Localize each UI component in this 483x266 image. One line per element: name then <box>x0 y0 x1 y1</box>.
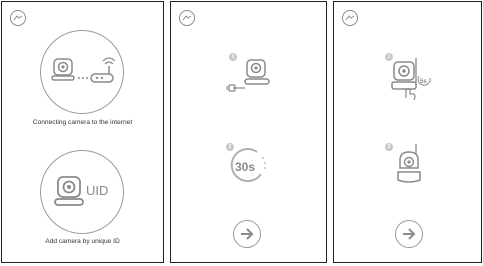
back-arrow-icon <box>182 15 192 21</box>
camera-reset-button-icon: 5s <box>391 58 431 101</box>
add-by-uid-option[interactable]: UID <box>40 150 124 234</box>
camera-uid-icon: UID <box>54 176 108 206</box>
panel-add-camera-method: Connecting camera to the internet UID Ad… <box>1 1 164 263</box>
reset-seconds-text: 5s <box>420 79 427 85</box>
back-button[interactable] <box>179 10 195 26</box>
back-arrow-icon <box>13 15 23 21</box>
back-button[interactable] <box>10 10 26 26</box>
back-button[interactable] <box>342 10 358 26</box>
timer-icon: 30s <box>230 148 266 183</box>
panel-reset-steps: 1 5s 2 <box>333 1 482 263</box>
next-button[interactable] <box>395 220 423 248</box>
next-button[interactable] <box>233 220 261 248</box>
camera-power-plug-icon <box>226 59 270 92</box>
timer-text: 30s <box>235 160 255 174</box>
connect-internet-label[interactable]: Connecting camera to the internet <box>2 119 163 126</box>
back-arrow-icon <box>345 15 355 21</box>
step-number-badge: 2 <box>385 143 393 151</box>
camera-pan-tilt-icon <box>397 144 421 183</box>
uid-text: UID <box>86 183 108 198</box>
camera-router-icon <box>51 57 116 83</box>
arrow-right-icon <box>241 228 254 240</box>
add-by-uid-label[interactable]: Add camera by unique ID <box>2 238 163 245</box>
arrow-right-icon <box>403 228 416 240</box>
panel-power-on-steps: 1 2 30s <box>170 1 327 263</box>
connect-internet-option[interactable] <box>40 30 124 114</box>
